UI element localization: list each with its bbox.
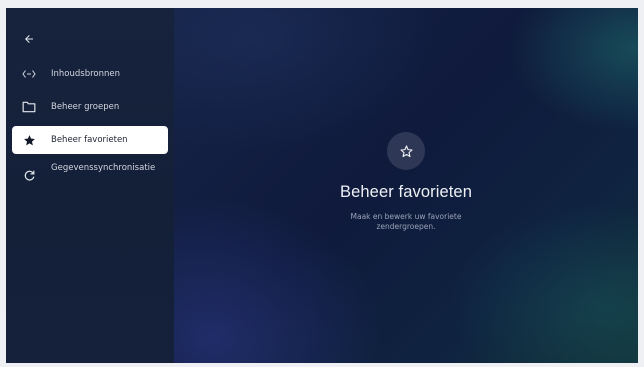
sidebar-item-beheer-groepen[interactable]: Beheer groepen bbox=[12, 93, 168, 121]
page-title: Beheer favorieten bbox=[340, 183, 472, 201]
arrow-left-icon bbox=[25, 35, 33, 43]
code-brackets-icon bbox=[18, 63, 40, 85]
sidebar-item-label: Beheer groepen bbox=[51, 101, 120, 112]
sidebar-item-inhoudsbronnen[interactable]: Inhoudsbronnen bbox=[12, 60, 168, 88]
favorites-badge bbox=[387, 132, 425, 170]
folder-icon bbox=[18, 96, 40, 118]
page-subtitle: Maak en bewerk uw favoriete zendergroepe… bbox=[350, 212, 462, 231]
app-window: Inhoudsbronnen Beheer groepen Beheer fav… bbox=[6, 8, 638, 363]
back-button[interactable] bbox=[20, 30, 38, 48]
sidebar-item-label: Inhoudsbronnen bbox=[51, 68, 120, 79]
empty-state: Beheer favorieten Maak en bewerk uw favo… bbox=[6, 132, 638, 232]
star-outline-icon bbox=[399, 144, 413, 157]
